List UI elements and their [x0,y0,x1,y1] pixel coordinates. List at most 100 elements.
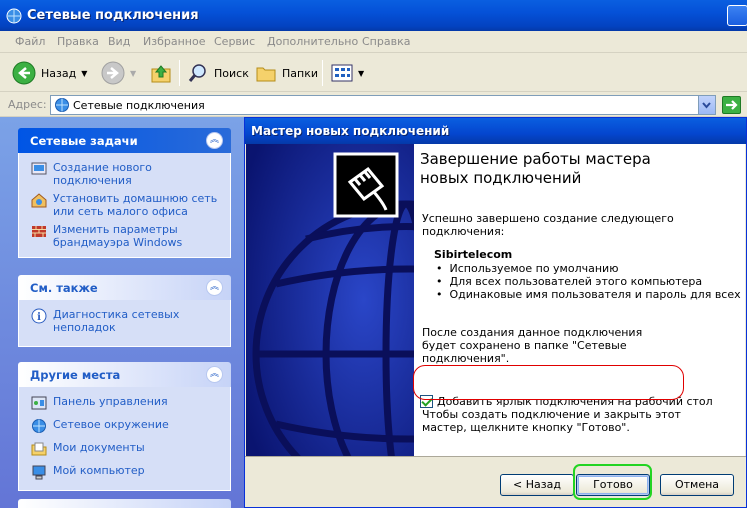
menu-tools[interactable]: Сервис [214,35,255,48]
panel-title: Сетевые задачи [30,134,138,148]
up-folder-icon [151,65,171,83]
wizard-heading: Завершение работы мастера новых подключе… [420,150,651,187]
list-item: Используемое по умолчанию [436,262,741,275]
task-home-network[interactable]: Установить домашнюю сеть или сеть малого… [31,192,222,218]
address-label: Адрес: [8,98,47,111]
collapse-icon[interactable]: ︽ [206,279,223,296]
task-label: Установить домашнюю сеть или сеть малого… [53,192,218,218]
menu-view[interactable]: Вид [108,35,130,48]
search-button-label: Поиск [214,66,249,80]
place-label: Мои документы [53,441,145,454]
toolbar-separator [322,60,323,86]
my-documents-icon [31,442,47,456]
up-folder-button[interactable] [150,59,172,87]
saved-location-text: После создания данное подключения будет … [422,326,643,365]
network-connections-icon [6,8,22,24]
network-tasks-panel: Сетевые задачи ︽ Создание нового подключ… [18,128,231,258]
task-label: Создание нового подключения [53,161,152,187]
network-places-icon [32,419,46,433]
collapse-icon[interactable]: ︽ [206,132,223,149]
address-bar: Адрес: Сетевые подключения [0,93,747,117]
menu-file[interactable]: Файл [15,35,45,48]
views-icon [331,64,353,82]
views-dropdown-icon: ▼ [358,68,365,78]
address-dropdown-button[interactable] [698,96,715,114]
views-button[interactable]: ▼ [331,59,364,87]
list-item: Одинаковые имя пользователя и пароль для… [436,288,741,301]
task-network-diagnostics[interactable]: i Диагностика сетевых неполадок [31,308,222,334]
finish-hint-text: Чтобы создать подключение и закрыть этот… [422,408,681,434]
menu-advanced[interactable]: Дополнительно [267,35,358,48]
panel-header[interactable]: См. также ︽ [18,275,231,300]
place-label: Панель управления [53,395,168,408]
forward-dropdown-icon: ▼ [130,68,137,78]
dialog-title: Мастер новых подключений [251,124,450,138]
search-icon [188,64,206,82]
panel-body: i Диагностика сетевых неполадок [18,300,231,347]
list-item: Для всех пользователей этого компьютера [436,275,741,288]
toolbar: Назад ▼ ▼ Поиск Папки ▼ [0,54,747,92]
go-button[interactable] [722,96,741,114]
place-label: Мой компьютер [53,464,145,477]
forward-arrow-icon [101,61,125,85]
forward-button[interactable]: ▼ [101,59,136,87]
globe-banner-icon [246,144,414,456]
place-my-documents[interactable]: Мои документы [31,441,222,457]
new-connection-wizard-dialog: Мастер новых подключений Завершение рабо… [244,117,747,508]
see-also-panel: См. также ︽ i Диагностика сетевых непола… [18,275,231,347]
control-panel-icon [31,396,47,410]
panel-title: См. также [30,281,98,295]
go-arrow-icon [726,100,738,110]
network-connections-icon [55,98,69,112]
back-button-label: Назад [41,66,77,80]
menu-help[interactable]: Справка [362,35,410,48]
other-places-panel: Другие места ︽ Панель управления Сетевое… [18,362,231,491]
home-network-icon [31,193,47,208]
wizard-content: Завершение работы мастера новых подключе… [414,144,745,456]
chevron-down-icon [702,102,711,109]
address-value: Сетевые подключения [73,99,205,112]
panel-header[interactable]: Сетевые задачи ︽ [18,128,231,153]
task-create-connection[interactable]: Создание нового подключения [31,161,222,187]
window-title: Сетевые подключения [27,8,199,23]
details-panel [18,499,231,508]
search-button[interactable]: Поиск [187,59,249,87]
place-network-neighborhood[interactable]: Сетевое окружение [31,418,222,434]
place-control-panel[interactable]: Панель управления [31,395,222,411]
back-dropdown-icon[interactable]: ▼ [81,69,87,78]
back-arrow-icon [12,61,36,85]
task-firewall-settings[interactable]: Изменить параметры брандмауэра Windows [31,223,222,249]
info-icon: i [31,308,47,324]
panel-header[interactable] [18,499,231,508]
panel-body: Создание нового подключения Установить д… [18,153,231,258]
panel-title: Другие места [30,368,121,382]
dialog-button-bar: < Назад Готово Отмена [245,456,746,507]
new-connection-icon [31,162,47,175]
folders-button-label: Папки [282,66,318,80]
panel-header[interactable]: Другие места ︽ [18,362,231,387]
back-button[interactable]: < Назад [500,474,574,496]
wizard-side-banner [246,144,414,456]
connection-name: Sibirtelecom [434,248,513,261]
menu-edit[interactable]: Правка [57,35,99,48]
task-pane: Сетевые задачи ︽ Создание нового подключ… [0,117,245,508]
menu-favorites[interactable]: Избранное [143,35,205,48]
checkbox-highlight-annotation [413,365,684,400]
place-my-computer[interactable]: Мой компьютер [31,464,222,480]
task-label: Диагностика сетевых неполадок [53,308,180,334]
svg-text:i: i [37,312,41,323]
firewall-icon [32,226,46,237]
place-label: Сетевое окружение [53,418,169,431]
minimize-button[interactable] [727,5,747,26]
cancel-button[interactable]: Отмена [660,474,734,496]
window-titlebar: Сетевые подключения [0,0,747,31]
success-text: Успешно завершено создание следующего по… [422,212,674,238]
back-button[interactable]: Назад ▼ [12,59,87,87]
task-label: Изменить параметры брандмауэра Windows [53,223,183,249]
dialog-titlebar: Мастер новых подключений [245,118,746,144]
folders-button[interactable]: Папки [255,59,318,87]
collapse-icon[interactable]: ︽ [206,366,223,383]
address-field[interactable]: Сетевые подключения [50,95,716,115]
folders-icon [256,67,276,82]
menu-bar: Файл Правка Вид Избранное Сервис Дополни… [0,31,747,53]
